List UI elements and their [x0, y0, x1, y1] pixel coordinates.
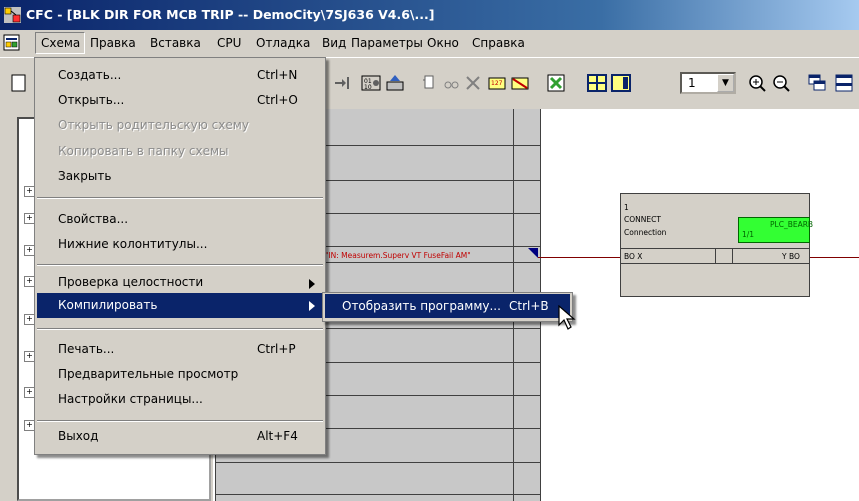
arrow-right-button[interactable] [331, 72, 353, 94]
download-icon [386, 75, 404, 91]
connector-marker-icon [528, 248, 538, 258]
svg-text:127: 127 [491, 80, 503, 87]
menu-item-exit[interactable]: Выход [58, 429, 98, 443]
watch-button[interactable]: 127 [486, 72, 508, 94]
glasses-button[interactable] [440, 72, 462, 94]
menu-separator [37, 264, 323, 266]
connection-line[interactable] [810, 257, 859, 258]
block-divider [621, 263, 809, 264]
zoom-out-icon [773, 75, 790, 92]
cross-icon [466, 76, 480, 90]
cascade-button[interactable] [806, 72, 828, 94]
new-icon [11, 74, 26, 92]
cross-button[interactable] [462, 72, 484, 94]
submenu-arrow-icon [309, 279, 315, 289]
arrow-into-icon [335, 77, 349, 89]
cfc-block[interactable] [620, 193, 810, 297]
sheet-icon [611, 74, 631, 92]
menu-options[interactable]: Параметры [351, 36, 423, 50]
tile-button[interactable] [833, 72, 855, 94]
menu-debug[interactable]: Отладка [256, 36, 310, 50]
menu-item-footers[interactable]: Нижние колонтитулы... [58, 237, 207, 251]
watch-icon: 127 [488, 77, 506, 90]
menu-help[interactable]: Справка [472, 36, 525, 50]
menu-item-open[interactable]: Открыть... [58, 93, 124, 107]
menu-item-show-program[interactable]: Отобразить программу... [342, 299, 501, 313]
submenu-arrow-icon [309, 301, 315, 311]
menu-item-create[interactable]: Создать... [58, 68, 121, 82]
chevron-down-icon[interactable]: ▼ [717, 74, 734, 92]
margin-row-line [215, 462, 540, 463]
compile-icon: 0110 [361, 75, 381, 91]
glasses-icon [444, 81, 459, 89]
menu-item-page-setup[interactable]: Настройки страницы... [58, 392, 203, 406]
new-button[interactable] [8, 72, 30, 94]
block-icon [423, 75, 434, 89]
overview-button[interactable] [545, 72, 567, 94]
block-type: CONNECT [624, 215, 661, 224]
document-icon[interactable] [3, 34, 20, 51]
zoom-out-button[interactable] [770, 72, 792, 94]
block-divider [715, 249, 716, 263]
app-icon[interactable] [4, 7, 21, 23]
menu-item-copy-to-folder: Копировать в папку схемы [58, 144, 229, 158]
shortcut-print: Ctrl+P [257, 342, 296, 356]
window-title: CFC - [BLK DIR FOR MCB TRIP -- DemoCity\… [26, 7, 435, 22]
input-port[interactable]: BO X [624, 252, 642, 261]
block-name: Connection [624, 228, 667, 237]
shortcut-show-program: Ctrl+B [509, 299, 549, 313]
shortcut-create: Ctrl+N [257, 68, 298, 82]
shortcut-open: Ctrl+O [257, 93, 298, 107]
block-number: 1 [624, 203, 629, 212]
grid-button[interactable] [586, 72, 608, 94]
block-divider [732, 249, 733, 263]
svg-text:10: 10 [364, 84, 372, 91]
menu-item-print-preview[interactable]: Предварительные просмотр [58, 367, 238, 381]
block-tag-index: 1/1 [742, 230, 755, 239]
signal-label[interactable]: "IN: Measurem.Superv VT FuseFail AM" [325, 251, 471, 260]
sheet-button[interactable] [610, 72, 632, 94]
menu-item-print[interactable]: Печать... [58, 342, 114, 356]
grid-icon [587, 74, 607, 92]
menu-item-integrity-check[interactable]: Проверка целостности [58, 275, 203, 289]
menu-separator [37, 420, 323, 422]
compile-button[interactable]: 01 10 [360, 72, 382, 94]
cascade-icon [808, 74, 826, 91]
block-button[interactable] [418, 72, 440, 94]
watch-off-button[interactable] [509, 72, 531, 94]
zoom-in-icon [749, 75, 766, 92]
menu-separator [37, 197, 323, 199]
menu-view[interactable]: Вид [322, 36, 346, 50]
menu-insert[interactable]: Вставка [150, 36, 201, 50]
menu-separator [37, 328, 323, 330]
watch-off-icon [511, 77, 529, 90]
block-tag-name: PLC_BEARB [770, 220, 814, 229]
menu-window[interactable]: Окно [427, 36, 459, 50]
tile-icon [835, 74, 853, 92]
connection-line[interactable] [538, 257, 620, 258]
output-port[interactable]: Y BO [782, 252, 800, 261]
shortcut-exit: Alt+F4 [257, 429, 298, 443]
menu-item-close[interactable]: Закрыть [58, 169, 111, 183]
download-button[interactable] [384, 72, 406, 94]
menu-item-open-parent: Открыть родительскую схему [58, 118, 249, 132]
margin-row-line [215, 494, 540, 495]
overview-icon [547, 74, 565, 92]
menu-schema[interactable]: Схема [41, 36, 80, 50]
menu-item-properties[interactable]: Свойства... [58, 212, 128, 226]
menu-cpu[interactable]: CPU [217, 36, 241, 50]
mouse-cursor-icon [558, 305, 576, 330]
zoom-in-button[interactable] [746, 72, 768, 94]
menu-item-compile[interactable]: Компилировать [58, 298, 157, 312]
menu-edit[interactable]: Правка [90, 36, 136, 50]
